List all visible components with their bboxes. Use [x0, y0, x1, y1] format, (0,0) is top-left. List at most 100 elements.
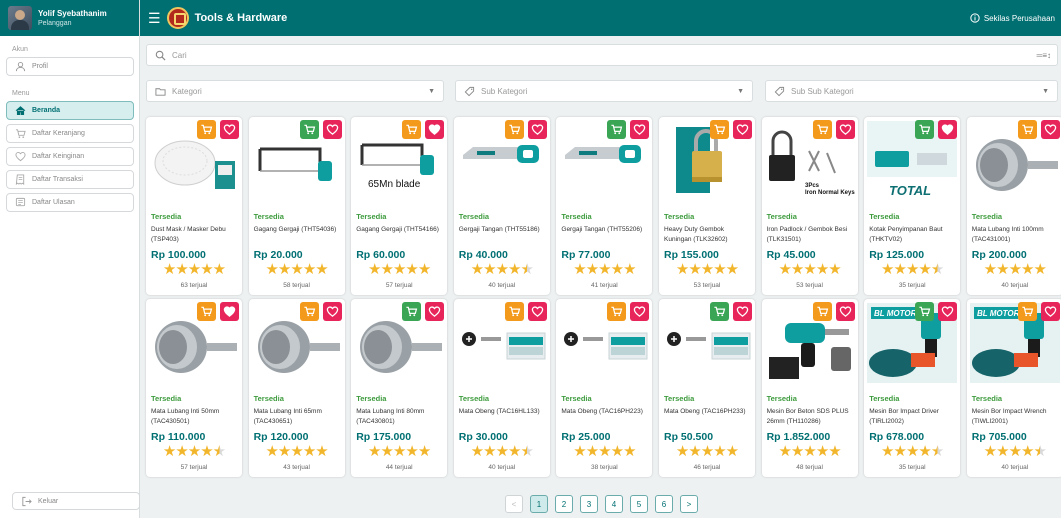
pagination-page-button[interactable]: 1: [530, 495, 548, 513]
add-to-cart-button[interactable]: [607, 120, 627, 139]
pagination-page-button[interactable]: 6: [655, 495, 673, 513]
product-name[interactable]: Gergaji Tangan (THT55206): [561, 225, 649, 235]
add-to-cart-button[interactable]: [504, 302, 524, 321]
product-card[interactable]: Tersedia Mesin Bor Beton SDS PLUS 26mm (T…: [761, 299, 858, 477]
pagination-next-button[interactable]: >: [680, 495, 698, 513]
add-to-wishlist-button[interactable]: [733, 120, 752, 139]
add-to-cart-button[interactable]: [915, 120, 935, 139]
product-card[interactable]: Tersedia Mata Lubang Inti 65mm (TAC430651…: [248, 299, 345, 477]
add-to-wishlist-button[interactable]: [425, 302, 445, 321]
logout-button[interactable]: Keluar: [12, 492, 140, 510]
product-name[interactable]: Dust Mask / Masker Debu (TSP403): [151, 225, 239, 245]
product-card[interactable]: Tersedia Mata Obeng (TAC16PH223) Rp 25.000…: [556, 299, 653, 477]
sidebar-item-daftar-transaksi[interactable]: Daftar Transaksi: [6, 170, 134, 189]
add-to-cart-button[interactable]: [915, 302, 935, 321]
add-to-cart-button[interactable]: [402, 302, 422, 321]
product-name[interactable]: Mata Obeng (TAC16PH233): [664, 407, 752, 417]
product-card[interactable]: Tersedia Mata Lubang Inti 50mm (TAC430501…: [146, 299, 242, 477]
sort-icon[interactable]: ═≡↕: [1037, 51, 1051, 60]
product-card[interactable]: TOTAL Tersedia Kotak Penyimpanan Baut (THK…: [864, 117, 961, 295]
add-to-wishlist-button[interactable]: [527, 302, 547, 321]
product-name[interactable]: Iron Padlock / Gembok Besi (TLK31501): [767, 225, 855, 245]
product-card[interactable]: 65Mn blade Tersedia Gagang Gergaji (THT541…: [351, 117, 448, 295]
product-card[interactable]: BL MOTOR Tersedia Mesin Bor Impact Driver …: [864, 299, 961, 477]
search-input[interactable]: Cari ═≡↕: [146, 44, 1058, 66]
pagination-page-button[interactable]: 4: [605, 495, 623, 513]
pagination-prev-button[interactable]: <: [505, 495, 523, 513]
add-to-wishlist-button[interactable]: [835, 302, 855, 321]
product-card[interactable]: Tersedia Heavy Duty Gembok Kuningan (TLK3…: [659, 117, 755, 295]
add-to-wishlist-button[interactable]: [835, 120, 855, 139]
star-icon: ★: [200, 443, 213, 460]
add-to-cart-button[interactable]: [402, 120, 422, 139]
add-to-wishlist-button[interactable]: [630, 302, 650, 321]
product-card[interactable]: Tersedia Mata Obeng (TAC16HL133) Rp 30.000…: [453, 299, 550, 477]
add-to-wishlist-button[interactable]: [322, 302, 342, 321]
product-name[interactable]: Heavy Duty Gembok Kuningan (TLK32602): [664, 225, 752, 245]
add-to-wishlist-button[interactable]: [630, 120, 650, 139]
sub-sub-category-select[interactable]: Sub Sub Kategori ▼: [765, 80, 1058, 102]
add-to-cart-button[interactable]: [197, 120, 216, 139]
product-card[interactable]: Tersedia Mata Lubang Inti 100mm (TAC43100…: [966, 117, 1061, 295]
product-name[interactable]: Mata Lubang Inti 50mm (TAC430501): [151, 407, 239, 427]
stock-status: Tersedia: [151, 212, 182, 221]
product-name[interactable]: Mata Lubang Inti 100mm (TAC431001): [972, 225, 1060, 245]
add-to-wishlist-button[interactable]: [220, 302, 239, 321]
add-to-wishlist-button[interactable]: [220, 120, 239, 139]
add-to-cart-button[interactable]: [197, 302, 216, 321]
add-to-wishlist-button[interactable]: [733, 302, 752, 321]
sidebar-item-daftar-ulasan[interactable]: Daftar Ulasan: [6, 193, 134, 212]
sidebar-item-profile[interactable]: Profil: [6, 57, 134, 76]
add-to-cart-button[interactable]: [710, 120, 729, 139]
add-to-wishlist-button[interactable]: [322, 120, 342, 139]
star-icon: ★: [1033, 261, 1046, 278]
product-card[interactable]: Tersedia Gagang Gergaji (THT54036) Rp 20.0…: [248, 117, 345, 295]
product-card[interactable]: Tersedia Mata Lubang Inti 80mm (TAC430801…: [351, 299, 448, 477]
product-name[interactable]: Gagang Gergaji (THT54166): [356, 225, 444, 235]
sidebar-item-daftar-keinginan[interactable]: Daftar Keinginan: [6, 147, 134, 166]
star-icon: ★: [713, 443, 726, 460]
add-to-cart-button[interactable]: [710, 302, 729, 321]
sidebar-item-beranda[interactable]: Beranda: [6, 101, 134, 120]
add-to-wishlist-button[interactable]: [425, 120, 445, 139]
add-to-cart-button[interactable]: [607, 302, 627, 321]
pagination-page-button[interactable]: 5: [630, 495, 648, 513]
product-name[interactable]: Kotak Penyimpanan Baut (THKTV02): [869, 225, 957, 245]
add-to-cart-button[interactable]: [299, 120, 319, 139]
hamburger-menu-icon[interactable]: ☰: [148, 10, 161, 27]
product-name[interactable]: Mesin Bor Impact Wrench (TIWLI2001): [972, 407, 1060, 427]
add-to-cart-button[interactable]: [812, 120, 832, 139]
add-to-cart-button[interactable]: [1017, 120, 1037, 139]
category-select[interactable]: Kategori ▼: [146, 80, 444, 102]
product-card[interactable]: Tersedia Dust Mask / Masker Debu (TSP403)…: [146, 117, 242, 295]
sub-category-select[interactable]: Sub Kategori ▼: [455, 80, 753, 102]
company-info-link[interactable]: Sekilas Perusahaan: [970, 13, 1055, 23]
product-name[interactable]: Gergaji Tangan (THT55186): [459, 225, 547, 235]
product-card[interactable]: 3Pcs Iron Normal Keys Tersedia Iron Padlock…: [761, 117, 858, 295]
add-to-cart-button[interactable]: [1017, 302, 1037, 321]
product-card[interactable]: Tersedia Gergaji Tangan (THT55186) Rp 40.0…: [453, 117, 550, 295]
add-to-wishlist-button[interactable]: [1040, 120, 1060, 139]
product-card[interactable]: BL MOTOR Tersedia Mesin Bor Impact Wrench …: [966, 299, 1061, 477]
product-name[interactable]: Mata Obeng (TAC16HL133): [459, 407, 547, 417]
product-card[interactable]: Tersedia Gergaji Tangan (THT55206) Rp 77.0…: [556, 117, 653, 295]
add-to-wishlist-button[interactable]: [938, 302, 958, 321]
product-name[interactable]: Mata Lubang Inti 65mm (TAC430651): [254, 407, 342, 427]
add-to-cart-button[interactable]: [299, 302, 319, 321]
product-card[interactable]: Tersedia Mata Obeng (TAC16PH233) Rp 50.500…: [659, 299, 755, 477]
product-name[interactable]: Mesin Bor Impact Driver (TIRLI2002): [869, 407, 957, 427]
add-to-cart-button[interactable]: [504, 120, 524, 139]
product-name[interactable]: Gagang Gergaji (THT54036): [254, 225, 342, 235]
pagination-page-button[interactable]: 3: [580, 495, 598, 513]
sidebar-item-daftar-keranjang[interactable]: Daftar Keranjang: [6, 124, 134, 143]
product-name[interactable]: Mesin Bor Beton SDS PLUS 26mm (TH110286): [767, 407, 855, 427]
product-name[interactable]: Mata Lubang Inti 80mm (TAC430801): [356, 407, 444, 427]
add-to-cart-button[interactable]: [812, 302, 832, 321]
user-header[interactable]: Yolif Syebathanim Pelanggan: [0, 0, 139, 36]
star-icon: ★: [368, 261, 381, 278]
add-to-wishlist-button[interactable]: [1040, 302, 1060, 321]
add-to-wishlist-button[interactable]: [938, 120, 958, 139]
product-name[interactable]: Mata Obeng (TAC16PH223): [561, 407, 649, 417]
pagination-page-button[interactable]: 2: [555, 495, 573, 513]
add-to-wishlist-button[interactable]: [527, 120, 547, 139]
